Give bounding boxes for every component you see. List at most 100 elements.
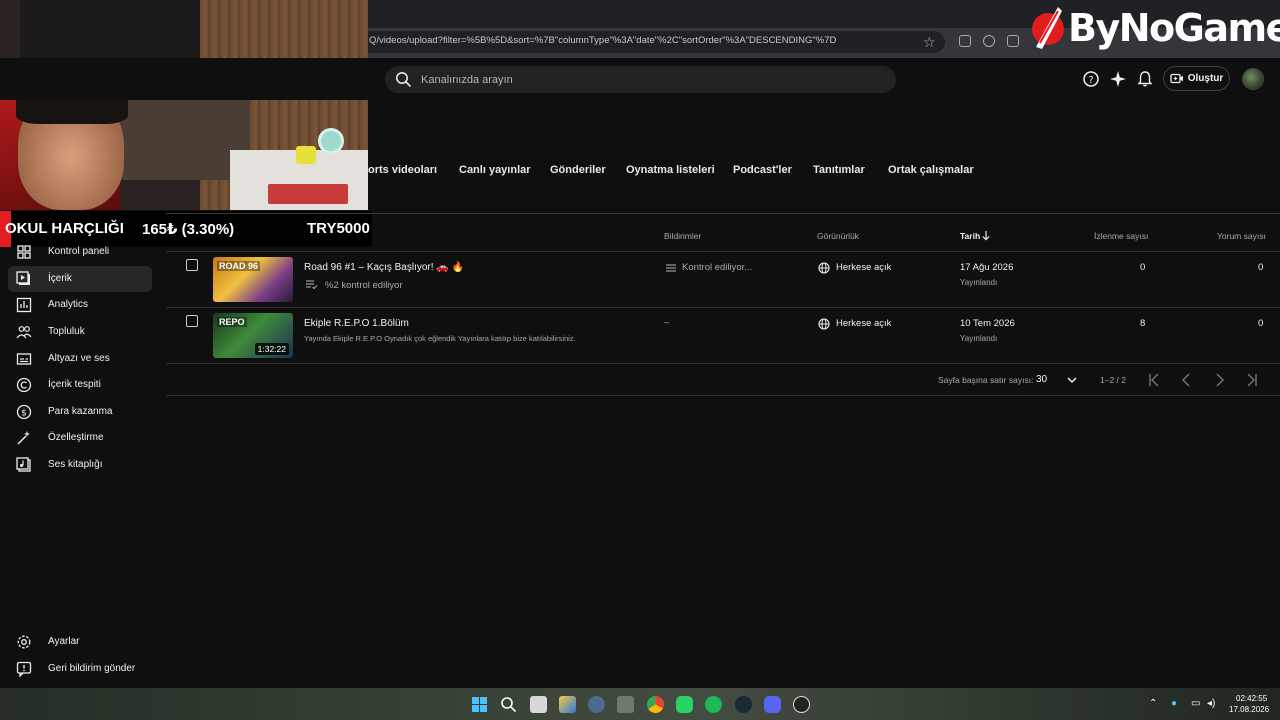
row-checkbox[interactable] (186, 315, 198, 327)
visibility-value[interactable]: Herkese açık (836, 318, 891, 329)
tab-live[interactable]: Canlı yayınlar (459, 164, 531, 176)
search-input[interactable] (421, 66, 881, 93)
first-page-icon[interactable] (1147, 372, 1163, 388)
rows-per-page-label: Sayfa başına satır sayısı: (938, 375, 1034, 385)
sidebar-item-feedback[interactable]: Geri bildirim gönder (8, 656, 152, 682)
visibility-value[interactable]: Herkese açık (836, 262, 891, 273)
video-title[interactable]: Road 96 #1 – Kaçış Başlıyor! 🚗 🔥 (304, 262, 464, 273)
channel-search[interactable] (385, 66, 896, 93)
taskbar-shade (0, 688, 1280, 720)
sidebar-item-audio-library[interactable]: Ses kitaplığı (8, 452, 152, 478)
sidebar-item-label: Ses kitaplığı (48, 459, 103, 470)
column-header-notifications[interactable]: Bildirimler (664, 231, 701, 241)
last-page-icon[interactable] (1243, 372, 1259, 388)
microphone-icon[interactable]: ● (1171, 698, 1177, 709)
sidebar-item-subtitles[interactable]: Altyazı ve ses (8, 346, 152, 372)
row-checkbox[interactable] (186, 259, 198, 271)
page-range: 1–2 / 2 (1100, 375, 1126, 385)
bynogame-logo-text: ByNoGame (1068, 6, 1280, 50)
address-bar[interactable]: Q/videos/upload?filter=%5B%5D&sort=%7B"c… (355, 31, 945, 53)
chrome-icon[interactable] (647, 696, 664, 713)
publish-status: Yayınlandı (960, 278, 998, 287)
tray-chevron-up-icon[interactable]: ⌃ (1149, 698, 1157, 709)
store-icon[interactable] (559, 696, 576, 713)
sidebar-item-label: Para kazanma (48, 406, 113, 417)
windows-start-icon[interactable] (471, 696, 488, 713)
taskbar-search-icon[interactable] (500, 696, 517, 713)
dashboard-icon (17, 245, 31, 259)
video-title[interactable]: Ekiple R.E.P.O 1.Bölüm (304, 318, 409, 329)
sidebar-item-dashboard[interactable]: Kontrol paneli (8, 239, 152, 265)
thumbnail-text: REPO (217, 317, 247, 327)
tab-collaborations[interactable]: Ortak çalışmalar (888, 164, 974, 176)
tab-playlists[interactable]: Oynatma listeleri (626, 164, 715, 176)
create-button-label: Oluştur (1187, 73, 1224, 84)
content-icon (16, 271, 30, 285)
column-header-views[interactable]: İzlenme sayısı (1094, 231, 1148, 241)
publish-status: Yayınlandı (960, 334, 998, 343)
views-value: 8 (1140, 318, 1146, 329)
webcam-mousepad (268, 184, 348, 204)
tab-shorts[interactable]: orts videoları (368, 164, 437, 176)
volume-icon[interactable]: ◂) (1207, 698, 1215, 709)
svg-text:?: ? (1088, 75, 1093, 86)
sidebar-item-label: Özelleştirme (48, 432, 104, 443)
steam-icon[interactable] (735, 696, 752, 713)
next-page-icon[interactable] (1211, 372, 1227, 388)
webcam-cushion (110, 90, 250, 180)
trash-icon[interactable] (1007, 35, 1019, 47)
tab-podcasts[interactable]: Podcast'ler (733, 164, 792, 176)
bookmark-star-icon[interactable]: ☆ (923, 34, 936, 51)
settings-app-icon[interactable] (588, 696, 605, 713)
video-duration: 1:32:22 (254, 343, 289, 355)
svg-text:$: $ (21, 409, 27, 419)
taskbar-clock-date[interactable]: 17.08.2026 (1229, 705, 1269, 714)
bynogame-logo: ByNoGame (1028, 2, 1280, 54)
sidebar-item-customization[interactable]: Özelleştirme (8, 425, 152, 451)
sidebar-item-settings[interactable]: Ayarlar (8, 629, 152, 655)
obs-icon[interactable] (793, 696, 810, 713)
sparkle-icon[interactable] (1109, 70, 1127, 88)
app-icon[interactable] (617, 696, 634, 713)
chevron-down-icon[interactable] (1066, 374, 1078, 386)
copyright-icon (16, 377, 32, 393)
sidebar-item-content[interactable]: İçerik (8, 266, 152, 292)
sidebar-item-analytics[interactable]: Analytics (8, 292, 152, 318)
date-value: 17 Ağu 2026 (960, 262, 1014, 273)
taskbar-clock-time[interactable]: 02:42:55 (1236, 694, 1267, 703)
sidebar-item-monetization[interactable]: $ Para kazanma (8, 399, 152, 425)
spotify-icon[interactable] (705, 696, 722, 713)
notifications-bell-icon[interactable] (1136, 70, 1154, 88)
search-icon (396, 72, 412, 88)
history-icon[interactable] (983, 35, 995, 47)
create-button[interactable]: Oluştur (1163, 66, 1230, 91)
tab-posts[interactable]: Gönderiler (550, 164, 606, 176)
column-header-visibility[interactable]: Görünürlük (817, 231, 859, 241)
sidebar-item-content-id[interactable]: İçerik tespiti (8, 372, 152, 398)
ticker-title: OKUL HARÇLIĞI (5, 220, 124, 237)
whatsapp-icon[interactable] (676, 696, 693, 713)
account-avatar[interactable] (1242, 68, 1264, 90)
task-view-icon[interactable] (530, 696, 547, 713)
help-icon[interactable]: ? (1082, 70, 1100, 88)
sidebar-item-label: Analytics (48, 299, 89, 310)
sort-descending-icon[interactable] (981, 230, 991, 241)
column-header-date[interactable]: Tarih (960, 231, 980, 241)
sidebar-item-community[interactable]: Topluluk (8, 319, 152, 345)
display-icon[interactable]: ▭ (1191, 698, 1200, 709)
public-globe-icon (818, 318, 830, 330)
rows-per-page-select[interactable]: 30 (1036, 374, 1047, 385)
column-header-comments[interactable]: Yorum sayısı (1217, 231, 1266, 241)
table-divider (166, 213, 1280, 214)
extension-icon[interactable] (959, 35, 971, 47)
analytics-icon (16, 297, 32, 313)
discord-icon[interactable] (764, 696, 781, 713)
table-divider (166, 307, 1280, 308)
video-thumbnail[interactable]: REPO 1:32:22 (213, 313, 293, 358)
tab-promotions[interactable]: Tanıtımlar (813, 164, 865, 176)
checking-list-icon (306, 280, 318, 290)
community-icon (16, 326, 32, 339)
previous-page-icon[interactable] (1179, 372, 1195, 388)
sidebar-item-label: Altyazı ve ses (48, 353, 110, 364)
video-thumbnail[interactable]: ROAD 96 (213, 257, 293, 302)
